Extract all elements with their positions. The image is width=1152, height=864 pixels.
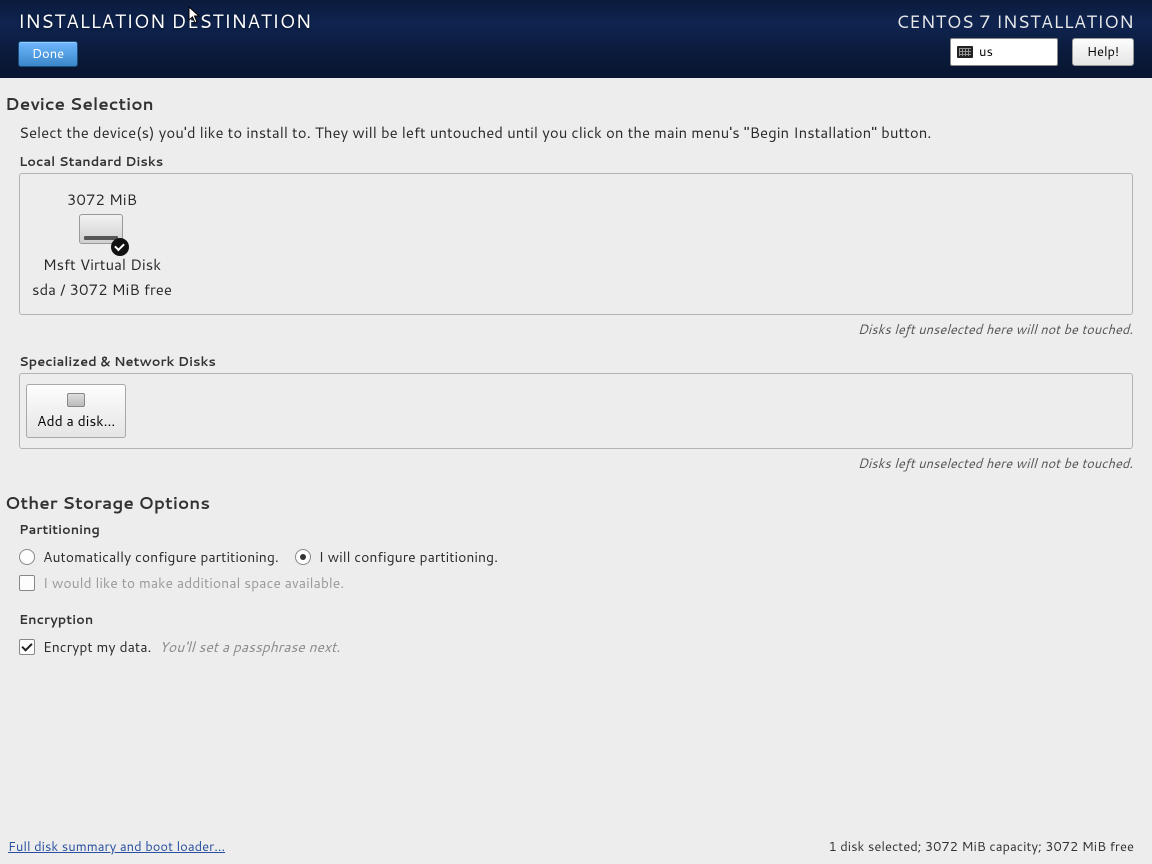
encryption-row: Encrypt my data. You'll set a passphrase… bbox=[5, 637, 1147, 657]
header-left: INSTALLATION DESTINATION Done bbox=[18, 8, 312, 68]
partitioning-options: Automatically configure partitioning. I … bbox=[5, 547, 1147, 567]
manual-partition-radio[interactable]: I will configure partitioning. bbox=[295, 547, 498, 567]
footer-status: 1 disk selected; 3072 MiB capacity; 3072… bbox=[828, 838, 1134, 856]
radio-icon bbox=[19, 549, 35, 565]
device-selection-title: Device Selection bbox=[5, 92, 1147, 116]
content-area: Device Selection Select the device(s) yo… bbox=[0, 78, 1152, 830]
disk-detail: sda / 3072 MiB free bbox=[32, 279, 172, 300]
add-disk-label: Add a disk... bbox=[37, 411, 115, 431]
make-space-checkbox: I would like to make additional space av… bbox=[19, 573, 344, 593]
keyboard-layout-selector[interactable]: us bbox=[950, 38, 1058, 66]
local-disks-hint: Disks left unselected here will not be t… bbox=[5, 321, 1133, 339]
network-disks-hint: Disks left unselected here will not be t… bbox=[5, 455, 1133, 473]
page-title: INSTALLATION DESTINATION bbox=[18, 8, 312, 35]
radio-icon bbox=[295, 549, 311, 565]
checkbox-icon bbox=[19, 639, 35, 655]
disk-icon bbox=[79, 214, 125, 250]
header-controls: us Help! bbox=[950, 38, 1134, 66]
footer-bar: Full disk summary and boot loader... 1 d… bbox=[0, 830, 1152, 864]
keyboard-layout-label: us bbox=[979, 43, 993, 61]
network-disks-container: Add a disk... bbox=[19, 373, 1133, 449]
product-title: CENTOS 7 INSTALLATION bbox=[896, 8, 1134, 34]
check-icon bbox=[111, 238, 129, 256]
keyboard-icon bbox=[957, 46, 973, 58]
disk-add-icon bbox=[67, 393, 85, 407]
full-disk-summary-link[interactable]: Full disk summary and boot loader... bbox=[8, 838, 225, 856]
make-space-row: I would like to make additional space av… bbox=[5, 573, 1147, 593]
encrypt-checkbox[interactable]: Encrypt my data. bbox=[19, 637, 151, 657]
local-disks-label: Local Standard Disks bbox=[5, 153, 1147, 171]
auto-partition-radio[interactable]: Automatically configure partitioning. bbox=[19, 547, 279, 567]
manual-partition-label: I will configure partitioning. bbox=[319, 547, 498, 567]
disk-item[interactable]: 3072 MiB Msft Virtual Disk sda / 3072 Mi… bbox=[32, 189, 172, 300]
network-disks-label: Specialized & Network Disks bbox=[5, 353, 1147, 371]
encryption-label: Encryption bbox=[5, 611, 1147, 629]
other-storage-title: Other Storage Options bbox=[5, 491, 1147, 515]
header-right: CENTOS 7 INSTALLATION us Help! bbox=[896, 8, 1134, 68]
partitioning-label: Partitioning bbox=[5, 521, 1147, 539]
device-selection-description: Select the device(s) you'd like to insta… bbox=[5, 122, 1147, 143]
make-space-label: I would like to make additional space av… bbox=[43, 573, 344, 593]
auto-partition-label: Automatically configure partitioning. bbox=[43, 547, 279, 567]
help-button[interactable]: Help! bbox=[1072, 38, 1134, 66]
disk-size: 3072 MiB bbox=[67, 189, 137, 210]
encrypt-hint: You'll set a passphrase next. bbox=[159, 637, 340, 657]
add-disk-button[interactable]: Add a disk... bbox=[26, 384, 126, 438]
local-disks-container: 3072 MiB Msft Virtual Disk sda / 3072 Mi… bbox=[19, 173, 1133, 315]
done-button[interactable]: Done bbox=[18, 41, 78, 67]
header-bar: INSTALLATION DESTINATION Done CENTOS 7 I… bbox=[0, 0, 1152, 78]
disk-name: Msft Virtual Disk bbox=[43, 254, 161, 275]
encrypt-label: Encrypt my data. bbox=[43, 637, 151, 657]
checkbox-icon bbox=[19, 575, 35, 591]
